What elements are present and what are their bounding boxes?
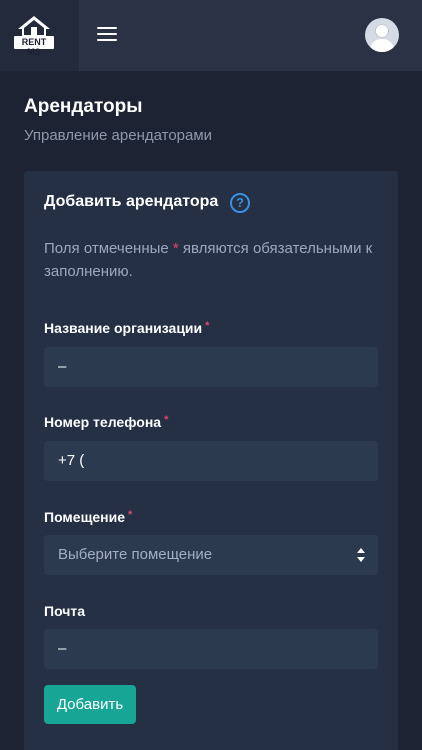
required-star: * [128, 509, 133, 521]
required-fields-note: Поля отмеченные * являются обязательными… [44, 237, 384, 283]
page-subtitle: Управление арендаторами [24, 127, 213, 144]
user-avatar-icon[interactable] [365, 18, 399, 52]
premises-select[interactable]: Выберите помещение [44, 535, 378, 575]
email-label: Почта [44, 603, 85, 619]
email-input[interactable]: – [44, 629, 378, 669]
select-arrows-icon [357, 548, 365, 562]
email-label-text: Почта [44, 603, 86, 619]
organization-label: Название организации * [44, 320, 209, 336]
organization-label-text: Название организации [44, 320, 203, 336]
phone-label: Номер телефона * [44, 414, 168, 430]
hamburger-menu-icon[interactable] [97, 27, 117, 43]
page-title: Арендаторы [24, 96, 143, 117]
note-text-start: Поля отмеченные [44, 240, 169, 257]
required-star: * [172, 240, 179, 257]
help-icon[interactable]: ? [230, 193, 250, 213]
add-tenant-card: Добавить арендатора ? Поля отмеченные * … [24, 171, 398, 750]
form-title: Добавить арендатора [44, 193, 219, 210]
required-star: * [205, 320, 210, 332]
logo-text: RENT MS [21, 37, 47, 57]
top-navbar: RENT MS [0, 0, 422, 71]
organization-input[interactable]: – [44, 347, 378, 387]
required-star: * [164, 414, 169, 426]
phone-input[interactable]: +7 ( [44, 441, 378, 481]
phone-label-text: Номер телефона [44, 414, 162, 430]
premises-label-text: Помещение [44, 509, 126, 525]
add-button[interactable]: Добавить [44, 685, 136, 724]
premises-select-value: Выберите помещение [58, 546, 213, 563]
app-logo[interactable]: RENT MS [0, 0, 79, 71]
premises-label: Помещение * [44, 509, 132, 525]
